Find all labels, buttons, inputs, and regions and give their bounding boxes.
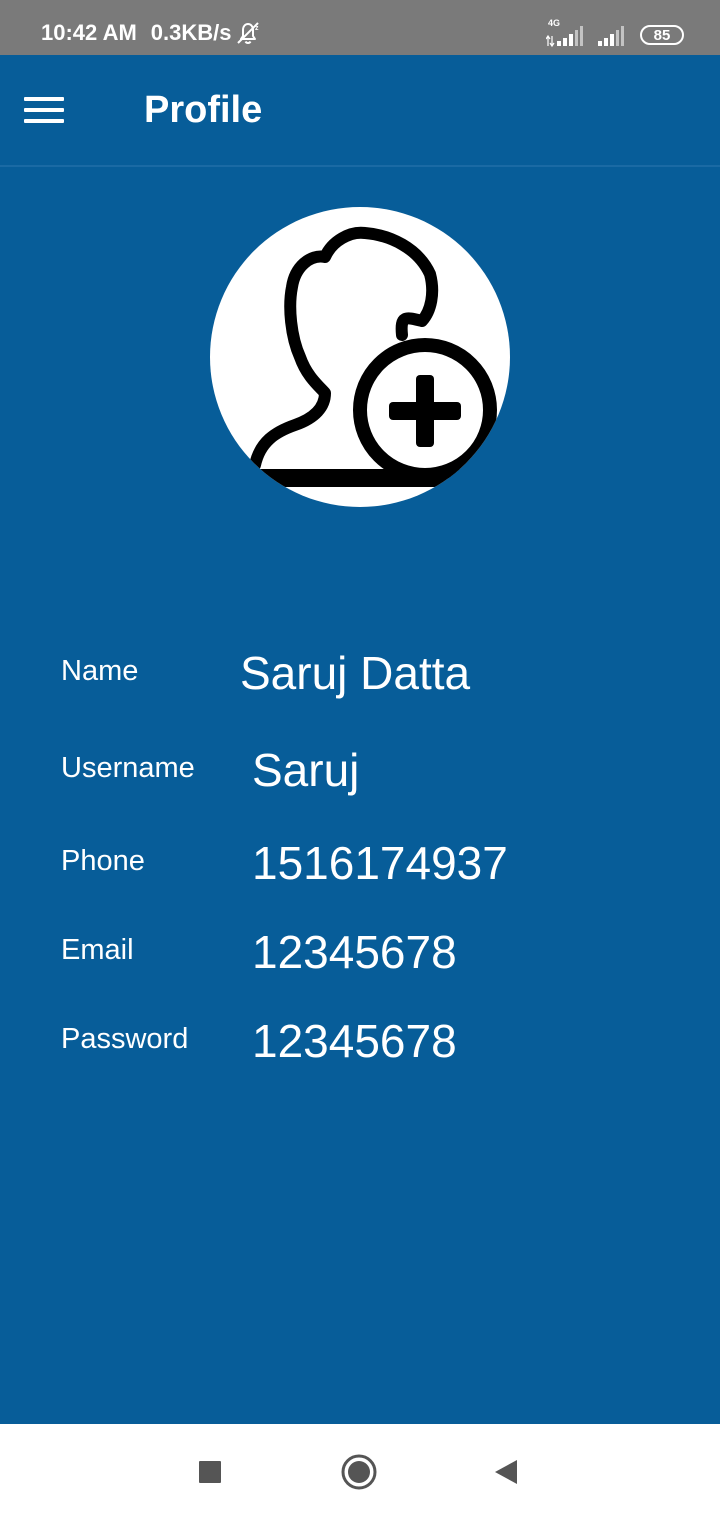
battery-level: 85 [653,26,671,44]
status-left: 10:42 AM 0.3KB/s z [41,20,262,46]
recents-square-icon[interactable] [186,1448,234,1496]
battery-icon: 85 [640,25,684,45]
hamburger-menu-icon[interactable] [24,95,66,125]
phone-label: Phone [61,845,145,877]
username-label: Username [61,752,195,784]
app-bar: Profile [0,55,720,167]
phone-value: 1516174937 [252,837,508,889]
signal-4g-icon: 4G [546,18,586,48]
name-label: Name [61,655,139,687]
signal-icon [598,22,628,48]
password-label: Password [61,1023,189,1055]
alarm-off-icon: z [234,20,262,46]
svg-text:z: z [255,25,259,32]
status-time: 10:42 AM [41,20,137,45]
page-title: Profile [144,89,263,131]
avatar[interactable] [210,207,510,507]
email-value: 12345678 [252,926,457,978]
email-label: Email [61,934,134,966]
status-bar: 10:42 AM 0.3KB/s z 4G 85 [0,0,720,55]
back-triangle-icon[interactable] [483,1448,531,1496]
password-value: 12345678 [252,1015,457,1067]
system-nav-bar [0,1424,720,1520]
username-value: Saruj [252,744,360,796]
status-net-speed: 0.3KB/s [150,20,232,45]
home-circle-icon[interactable] [335,1448,383,1496]
status-right: 4G 85 [546,18,684,50]
add-user-icon [249,226,497,487]
name-value: Saruj Datta [240,647,471,699]
profile-screen: 10:42 AM 0.3KB/s z 4G 85 Profile Name Sa… [0,0,720,1520]
